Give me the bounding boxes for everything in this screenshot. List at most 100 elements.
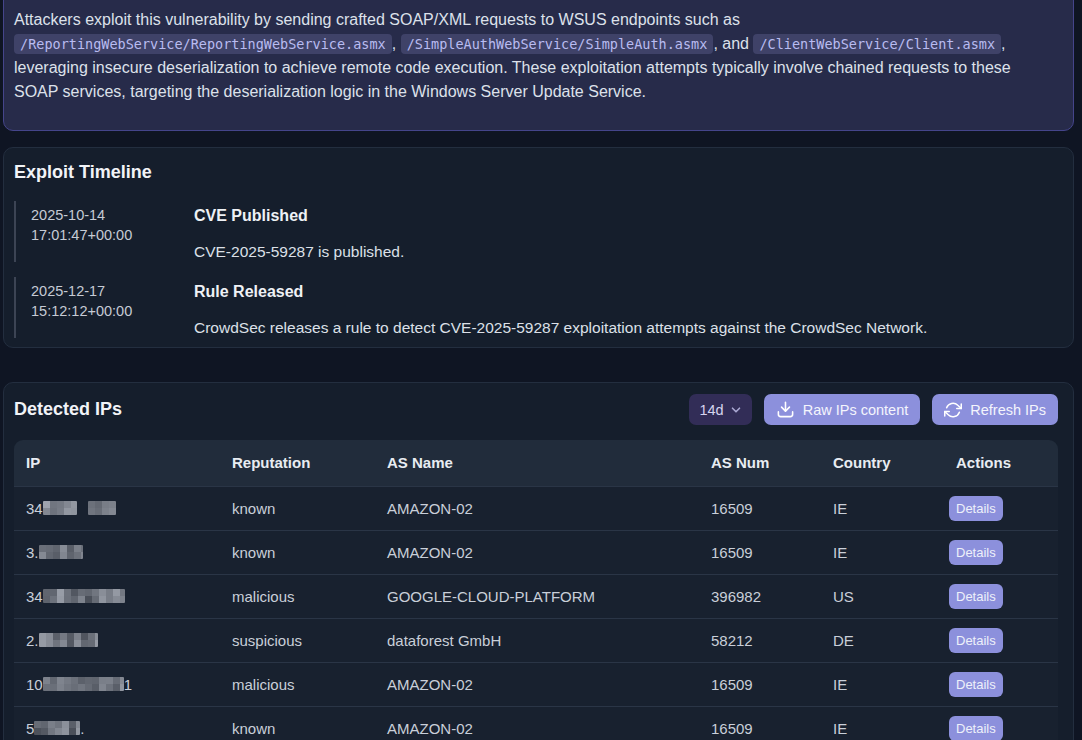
cell-as-num: 58212 [699, 618, 821, 662]
redacted-ip-pixels [88, 501, 116, 515]
detected-ips-card: Detected IPs 14d Raw IPs content [3, 382, 1074, 740]
cell-ip: 34 [14, 574, 220, 618]
table-row: 34 maliciousGOOGLE-CLOUD-PLATFORM396982US… [14, 574, 1058, 618]
cell-country: IE [821, 706, 944, 740]
raw-ips-content-button[interactable]: Raw IPs content [764, 394, 921, 425]
cell-country: IE [821, 662, 944, 706]
cell-ip: 34 [14, 486, 220, 530]
cell-country: IE [821, 530, 944, 574]
cell-ip: 10 1 [14, 662, 220, 706]
cell-as-name: dataforest GmbH [375, 618, 699, 662]
cell-reputation: known [220, 486, 375, 530]
ip-visible-suffix: . [80, 720, 84, 737]
endpoint-code: /ReportingWebService/ReportingWebService… [14, 34, 392, 54]
table-row: 34 knownAMAZON-0216509IEDetails [14, 486, 1058, 530]
cell-actions: Details [944, 530, 1058, 574]
cell-country: US [821, 574, 944, 618]
redacted-ip-pixels [39, 545, 83, 559]
timeline-event-date: 2025-12-17 [31, 281, 184, 301]
cell-country: IE [821, 486, 944, 530]
refresh-icon [944, 401, 962, 419]
cell-reputation: malicious [220, 574, 375, 618]
cell-country: DE [821, 618, 944, 662]
cell-reputation: malicious [220, 662, 375, 706]
column-header-actions: Actions [944, 440, 1058, 486]
column-header-ip: IP [14, 440, 220, 486]
details-button[interactable]: Details [949, 716, 1003, 740]
timeline-event-time: 15:12:12+00:00 [31, 301, 184, 321]
redacted-ip-pixels [39, 633, 98, 647]
details-button[interactable]: Details [949, 540, 1003, 565]
detected-ips-title: Detected IPs [14, 399, 689, 420]
timeline-event-date: 2025-10-14 [31, 205, 184, 225]
cell-actions: Details [944, 618, 1058, 662]
timeline-event-description: CVE-2025-59287 is published. [194, 242, 1063, 262]
ip-visible-prefix: 34 [26, 588, 43, 605]
timeline-event-description: CrowdSec releases a rule to detect CVE-2… [194, 318, 1063, 338]
vulnerability-description-card: Attackers exploit this vulnerability by … [3, 0, 1074, 131]
period-select[interactable]: 14d [689, 394, 751, 425]
table-row: 3. knownAMAZON-0216509IEDetails [14, 530, 1058, 574]
cell-actions: Details [944, 662, 1058, 706]
cell-reputation: known [220, 706, 375, 740]
cell-as-num: 16509 [699, 662, 821, 706]
refresh-ips-button[interactable]: Refresh IPs [932, 394, 1058, 425]
raw-ips-content-label: Raw IPs content [803, 402, 909, 418]
cell-actions: Details [944, 706, 1058, 740]
endpoint-code: /SimpleAuthWebService/SimpleAuth.asmx [401, 34, 714, 54]
column-header-as-num: AS Num [699, 440, 821, 486]
table-row: 2.suspiciousdataforest GmbH58212DEDetail… [14, 618, 1058, 662]
details-button[interactable]: Details [949, 496, 1003, 521]
timeline-event-title: CVE Published [194, 206, 1063, 226]
table-header: IPReputationAS NameAS NumCountryActions [14, 440, 1058, 486]
timeline-event-body: CVE Published CVE-2025-59287 is published… [194, 201, 1063, 262]
vulnerability-page: Attackers exploit this vulnerability by … [0, 0, 1082, 740]
redacted-ip-pixels [34, 721, 80, 735]
ip-visible-suffix: 1 [124, 676, 132, 693]
timeline-event-datetime: 2025-10-1417:01:47+00:00 [14, 201, 194, 262]
cell-ip: 3. [14, 530, 220, 574]
redacted-ip-pixels [43, 589, 125, 603]
timeline-event-time: 17:01:47+00:00 [31, 225, 184, 245]
cell-as-num: 16509 [699, 530, 821, 574]
cell-reputation: known [220, 530, 375, 574]
endpoint-code: /ClientWebService/Client.asmx [753, 34, 1001, 54]
cell-as-num: 16509 [699, 486, 821, 530]
exploit-timeline-card: Exploit Timeline 2025-10-1417:01:47+00:0… [3, 147, 1074, 348]
redacted-ip-pixels [43, 501, 77, 515]
detected-ips-table: IPReputationAS NameAS NumCountryActions … [14, 440, 1058, 740]
redacted-ip-pixels [43, 677, 124, 691]
timeline-event-body: Rule Released CrowdSec releases a rule to… [194, 277, 1063, 338]
detected-ips-header: Detected IPs 14d Raw IPs content [14, 394, 1058, 425]
ip-visible-prefix: 10 [26, 676, 43, 693]
cell-actions: Details [944, 574, 1058, 618]
timeline-event: 2025-12-1715:12:12+00:00 Rule Released Cro… [14, 277, 1063, 338]
cell-as-num: 396982 [699, 574, 821, 618]
ip-visible-prefix: 5 [26, 720, 34, 737]
cell-as-name: GOOGLE-CLOUD-PLATFORM [375, 574, 699, 618]
column-header-as-name: AS Name [375, 440, 699, 486]
vulnerability-description: Attackers exploit this vulnerability by … [14, 8, 1049, 104]
timeline-event-title: Rule Released [194, 282, 1063, 302]
ip-visible-prefix: 3. [26, 544, 39, 561]
timeline-event: 2025-10-1417:01:47+00:00CVE PublishedCVE… [14, 201, 1063, 262]
detected-ips-controls: 14d Raw IPs content Refresh IPs [689, 394, 1058, 425]
column-header-country: Country [821, 440, 944, 486]
period-select-value: 14d [699, 402, 723, 418]
cell-reputation: suspicious [220, 618, 375, 662]
cell-ip: 5. [14, 706, 220, 740]
cell-as-name: AMAZON-02 [375, 530, 699, 574]
table-row: 10 1 maliciousAMAZON-0216509IEDetails [14, 662, 1058, 706]
details-button[interactable]: Details [949, 672, 1003, 697]
cell-as-name: AMAZON-02 [375, 662, 699, 706]
download-icon [776, 400, 795, 419]
details-button[interactable]: Details [949, 628, 1003, 653]
ip-visible-prefix: 34 [26, 500, 43, 517]
details-button[interactable]: Details [949, 584, 1003, 609]
cell-actions: Details [944, 486, 1058, 530]
cell-as-name: AMAZON-02 [375, 486, 699, 530]
table-row: 5.knownAMAZON-0216509IEDetails [14, 706, 1058, 740]
column-header-reputation: Reputation [220, 440, 375, 486]
cell-ip: 2. [14, 618, 220, 662]
chevron-down-icon [730, 404, 742, 416]
